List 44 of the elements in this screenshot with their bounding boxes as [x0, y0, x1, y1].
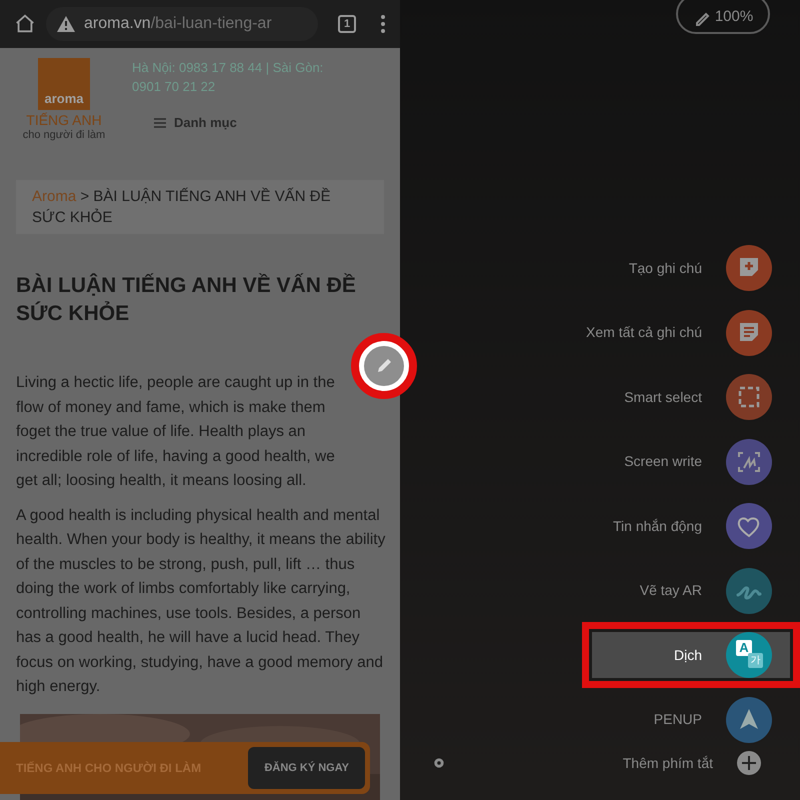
breadcrumb-text: Aroma > BÀI LUẬN TIẾNG ANH VỀ VẤN ĐỀ SỨC KHỎE	[32, 186, 332, 228]
menu-item[interactable]: Dịch A 가	[592, 632, 790, 678]
tab-count[interactable]: 1	[338, 15, 356, 33]
screen-write-icon[interactable]	[726, 438, 772, 485]
url-text: aroma.vn/bai-luan-tieng-ar	[84, 14, 272, 34]
register-button[interactable]: ĐĂNG KÝ NGAY	[248, 747, 365, 789]
menu-item[interactable]: Tạo ghi chú	[628, 245, 772, 292]
address-bar[interactable]: aroma.vn/bai-luan-tieng-ar	[46, 7, 318, 41]
logo-word: aroma	[44, 90, 84, 108]
menu-label: Screen write	[624, 452, 702, 472]
menu-item[interactable]: Tin nhắn động	[613, 503, 772, 550]
category-menu[interactable]: Danh mục	[154, 113, 352, 132]
note-list-icon[interactable]	[726, 310, 772, 356]
arrow-nib-icon[interactable]	[726, 696, 772, 743]
article-paragraph: Living a hectic life, people are caught up in the flow of money and fame, which is make them foget the true value of life. Health plays an incredible role of life, having a good health, we get all; loosing health, it means loosing all.	[16, 373, 336, 491]
menu-label: Dịch	[674, 646, 702, 665]
article-title: BÀI LUẬN TIẾNG ANH VỀ VẤN ĐỀ SỨC KHỎE	[16, 272, 356, 327]
menu-item[interactable]: Vẽ tay AR	[640, 568, 772, 614]
pen-battery-pill: 100%	[676, 0, 770, 34]
menu-item[interactable]: PENUP	[654, 696, 772, 743]
warning-icon	[56, 15, 76, 33]
menu-icon	[154, 118, 166, 128]
menu-label: Smart select	[624, 388, 702, 407]
plus-icon[interactable]	[737, 751, 761, 775]
translate-icon[interactable]: A 가	[726, 632, 772, 678]
menu-item[interactable]: Screen write	[624, 438, 772, 485]
menu-label: Xem tất cả ghi chú	[586, 323, 702, 342]
menu-item[interactable]: Smart select	[624, 374, 772, 420]
add-shortcut-label: Thêm phím tắt	[622, 754, 713, 773]
letter-glyph: A	[736, 640, 752, 656]
home-icon[interactable]	[14, 13, 36, 35]
more-icon[interactable]	[380, 14, 386, 34]
settings-icon[interactable]	[432, 756, 446, 770]
menu-label: Vẽ tay AR	[640, 581, 702, 600]
squiggle-icon[interactable]	[726, 568, 772, 614]
menu-label: Tin nhắn động	[613, 516, 702, 536]
menu-item[interactable]: Xem tất cả ghi chú	[586, 310, 772, 356]
logo-subtitle: cho người đi làm	[22, 128, 106, 142]
article-paragraph: A good health is including physical health and mental health. When your body is healthy, it means the ability of the muscles to be strong, push, pull, lift … thus doing the work of limbs comfortably like carrying, controlling machines, use tools. Besides, a person has a good health, he will have a lucid head. They focus on working, studying, have a good memory and high energy.	[16, 506, 386, 697]
note-add-icon[interactable]	[726, 245, 772, 292]
menu-label: Tạo ghi chú	[628, 258, 702, 278]
hangul-glyph: 가	[748, 653, 763, 668]
logo-title: TIẾNG ANH	[26, 112, 102, 128]
menu-label: PENUP	[654, 710, 702, 730]
